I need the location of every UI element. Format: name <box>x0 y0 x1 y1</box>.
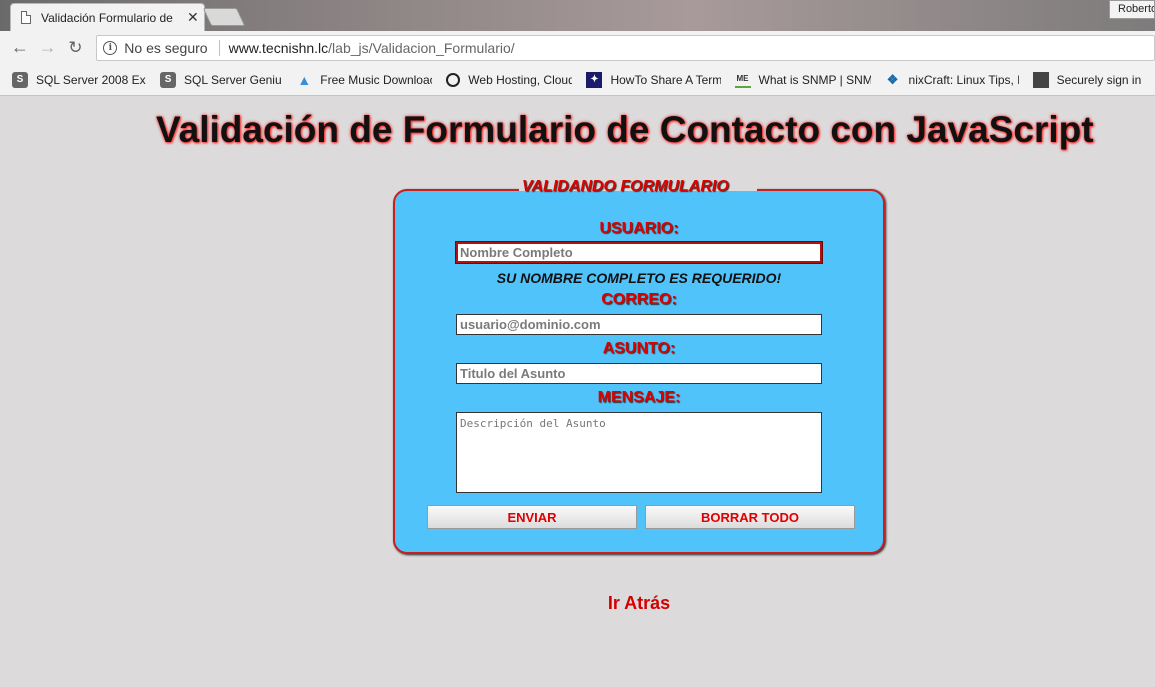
snmp-icon: ME <box>734 72 751 88</box>
asunto-label: ASUNTO: <box>602 340 676 357</box>
bookmark-sql-genius[interactable]: S SQL Server Genius <box>160 71 283 88</box>
send-button[interactable]: ENVIAR <box>427 505 637 529</box>
bookmark-nixcraft[interactable]: ❖ nixCraft: Linux Tips, H <box>885 72 1019 88</box>
bookmark-label: What is SNMP | SNM <box>758 72 871 87</box>
tab-title: Validación Formulario de <box>41 10 173 25</box>
forward-arrow-icon[interactable]: → <box>37 37 59 59</box>
bookmark-sql-server-2008[interactable]: S SQL Server 2008 Expr <box>12 71 147 88</box>
bookmark-label: SQL Server 2008 Expr <box>36 72 147 87</box>
info-icon[interactable]: i <box>103 40 118 55</box>
sql-genius-icon: S <box>160 71 177 88</box>
web-hosting-icon <box>446 72 461 87</box>
browser-titlebar: Validación Formulario de ✕ Roberto <box>0 0 1155 31</box>
secure-signin-icon <box>1032 71 1049 88</box>
new-tab-button[interactable] <box>202 8 246 26</box>
asunto-input[interactable]: Titulo del Asunto <box>456 363 822 384</box>
howto-icon: ✦ <box>586 71 603 88</box>
security-label[interactable]: No es seguro <box>124 40 207 56</box>
page-title: Validación de Formulario de Contacto con… <box>156 109 1094 150</box>
browser-navbar: ← → ↻ i No es seguro www.tecnishn.lc /la… <box>0 31 1155 64</box>
reset-button[interactable]: BORRAR TODO <box>645 505 855 529</box>
bookmark-securely-sign-in[interactable]: Securely sign in <box>1032 71 1141 88</box>
address-divider <box>218 39 220 56</box>
sql-server-icon: S <box>12 71 28 88</box>
bookmark-label: SQL Server Genius <box>184 72 283 87</box>
mensaje-textarea[interactable]: Descripción del Asunto <box>456 412 822 493</box>
bookmark-label: Web Hosting, Cloud, <box>468 72 573 87</box>
address-bar[interactable]: i No es seguro www.tecnishn.lc /lab_js/V… <box>96 34 1155 61</box>
browser-tab[interactable]: Validación Formulario de ✕ <box>10 3 205 31</box>
music-download-icon: ▲ <box>297 71 312 88</box>
page-icon <box>21 11 31 24</box>
usuario-input[interactable]: Nombre Completo <box>456 242 822 263</box>
form-legend: VALIDANDO FORMULARIO <box>522 178 729 195</box>
back-arrow-icon[interactable]: ← <box>9 37 31 59</box>
nixcraft-icon: ❖ <box>886 71 899 87</box>
bookmark-label: Free Music Downloac <box>320 72 433 87</box>
back-link[interactable]: Ir Atrás <box>393 593 885 614</box>
bookmark-snmp[interactable]: ME What is SNMP | SNM <box>734 72 871 88</box>
reload-icon[interactable]: ↻ <box>65 37 87 59</box>
bookmark-free-music[interactable]: ▲ Free Music Downloac <box>296 72 432 88</box>
profile-button[interactable]: Roberto <box>1109 0 1155 19</box>
mensaje-label: MENSAJE: <box>597 389 681 406</box>
url-path[interactable]: /lab_js/Validacion_Formulario/ <box>328 40 515 56</box>
bookmark-label: nixCraft: Linux Tips, H <box>908 72 1019 87</box>
bookmarks-bar: S SQL Server 2008 Expr S SQL Server Geni… <box>0 64 1155 96</box>
usuario-error-message: SU NOMBRE COMPLETO ES REQUERIDO! <box>496 270 782 286</box>
bookmark-web-hosting[interactable]: Web Hosting, Cloud, <box>446 72 573 87</box>
tab-close-icon[interactable]: ✕ <box>187 9 199 26</box>
url-host[interactable]: www.tecnishn.lc <box>229 40 329 56</box>
bookmark-label: Securely sign in <box>1056 72 1141 87</box>
correo-input[interactable]: usuario@dominio.com <box>456 314 822 335</box>
bookmark-howto-share[interactable]: ✦ HowTo Share A Term <box>586 71 721 88</box>
usuario-label: USUARIO: <box>599 220 679 237</box>
correo-label: CORREO: <box>601 291 677 308</box>
bookmark-label: HowTo Share A Term <box>610 72 721 87</box>
